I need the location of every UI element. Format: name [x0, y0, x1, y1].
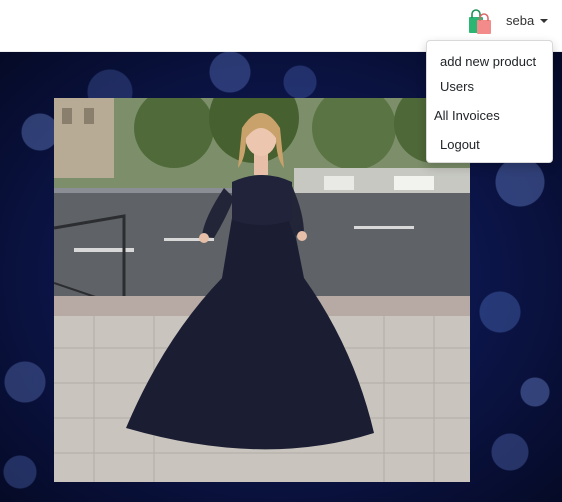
shopping-bags-icon[interactable]	[466, 8, 494, 36]
user-name: seba	[506, 13, 535, 28]
menu-item-users[interactable]: Users	[440, 79, 474, 94]
product-photo[interactable]	[54, 98, 470, 482]
menu-item-logout[interactable]: Logout	[440, 137, 480, 152]
menu-item-all-invoices[interactable]: All Invoices	[434, 108, 500, 123]
user-menu-toggle[interactable]: seba	[506, 13, 549, 28]
user-dropdown-menu: add new product Users All Invoices Logou…	[426, 40, 553, 163]
caret-down-icon	[540, 18, 549, 23]
menu-item-add-new-product[interactable]: add new product	[440, 54, 536, 69]
